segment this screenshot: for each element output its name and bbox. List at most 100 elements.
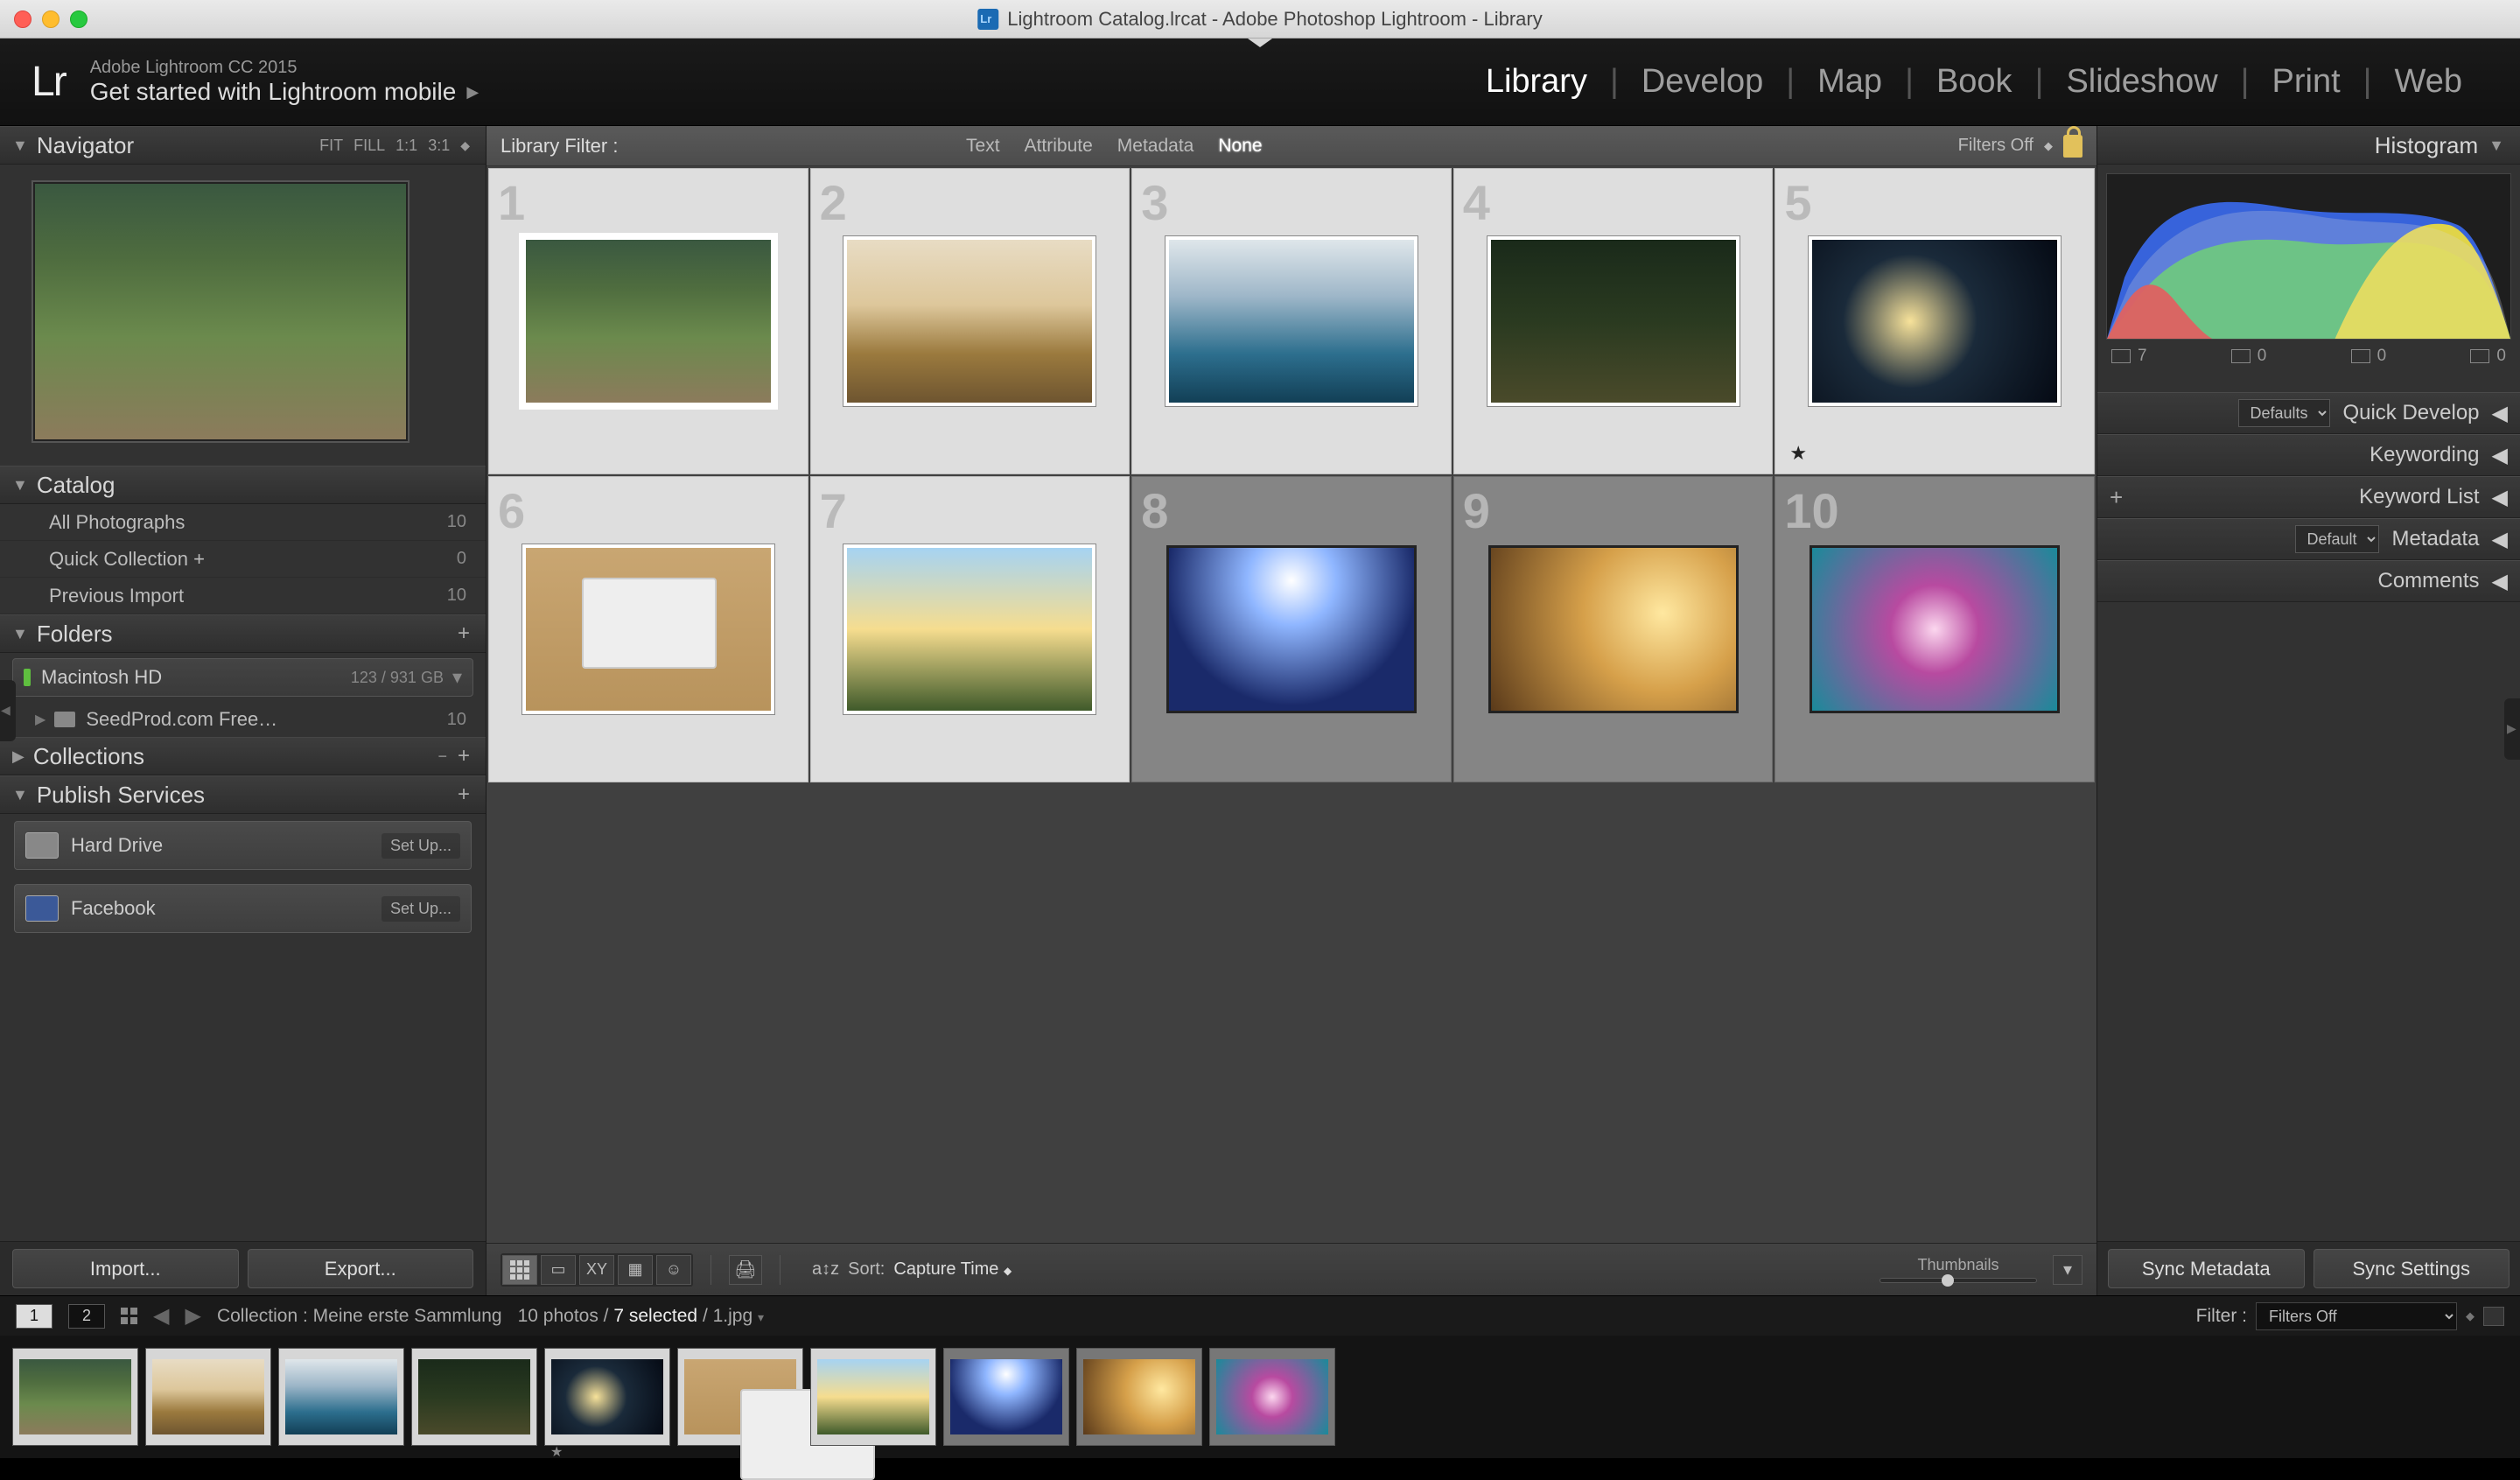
filmstrip-cell[interactable]: [943, 1348, 1069, 1446]
collapse-left-panel[interactable]: [0, 680, 16, 741]
filmstrip-cell[interactable]: [810, 1348, 936, 1446]
add-folder-button[interactable]: +: [458, 621, 470, 646]
filter-metadata[interactable]: Metadata: [1117, 136, 1194, 157]
catalog-header[interactable]: ▼ Catalog: [0, 466, 486, 504]
nav-zoom-fill[interactable]: FILL: [354, 137, 385, 155]
chevron-icon[interactable]: ◆: [2466, 1309, 2474, 1323]
publish-hard-drive[interactable]: Hard Drive Set Up...: [14, 821, 472, 870]
grid-cell[interactable]: 4: [1453, 168, 1774, 474]
publish-fb-setup[interactable]: Set Up...: [382, 896, 460, 922]
navigator-preview[interactable]: [0, 165, 486, 466]
comments-header[interactable]: Comments ◀: [2097, 560, 2520, 602]
quick-develop-header[interactable]: Defaults Quick Develop ◀: [2097, 392, 2520, 434]
module-map[interactable]: Map: [1795, 63, 1905, 101]
grid-cell[interactable]: 10: [1774, 476, 2095, 782]
add-publish-service-button[interactable]: +: [458, 782, 470, 807]
histogram-canvas[interactable]: [2106, 173, 2511, 340]
grid-cell[interactable]: 2: [810, 168, 1130, 474]
grid-cell[interactable]: 3: [1131, 168, 1452, 474]
close-window-button[interactable]: [14, 11, 32, 28]
secondary-display-2[interactable]: 2: [68, 1304, 105, 1329]
thumbnail-grid[interactable]: 1 2 3 4 5★ 6 7 8 9 10: [486, 166, 2096, 1243]
module-book[interactable]: Book: [1914, 63, 2035, 101]
zoom-window-button[interactable]: [70, 11, 88, 28]
metadata-preset-select[interactable]: Default: [2295, 525, 2379, 553]
keywording-header[interactable]: Keywording ◀: [2097, 434, 2520, 476]
publish-hd-setup[interactable]: Set Up...: [382, 833, 460, 859]
add-collection-button[interactable]: +: [458, 744, 470, 768]
view-survey-button[interactable]: ▦: [618, 1255, 653, 1285]
filmstrip-filter-select[interactable]: Filters Off: [2256, 1302, 2457, 1330]
grid-cell[interactable]: 7: [810, 476, 1130, 782]
chevron-icon[interactable]: ◆: [2044, 139, 2053, 153]
painter-tool[interactable]: 🖨: [729, 1255, 762, 1285]
filmstrip-cell[interactable]: [278, 1348, 404, 1446]
folder-seedprod[interactable]: ▶ SeedProd.com Free… 10: [0, 702, 486, 737]
grid-cell[interactable]: 9: [1453, 476, 1774, 782]
thumbnail-size-slider[interactable]: [1880, 1278, 2037, 1283]
grid-cell[interactable]: 8: [1131, 476, 1452, 782]
filter-text[interactable]: Text: [966, 136, 1000, 157]
sort-direction-icon[interactable]: a↕z: [812, 1259, 839, 1280]
folders-header[interactable]: ▼ Folders +: [0, 614, 486, 653]
chevron-icon[interactable]: ◆: [460, 138, 470, 153]
keyword-list-header[interactable]: + Keyword List ◀: [2097, 476, 2520, 518]
navigator-header[interactable]: ▼ Navigator FIT FILL 1:1 3:1 ◆: [0, 126, 486, 165]
sort-dropdown[interactable]: Capture Time ◆: [893, 1259, 1012, 1280]
nav-zoom-1to1[interactable]: 1:1: [396, 137, 417, 155]
volume-macintosh-hd[interactable]: Macintosh HD 123 / 931 GB ▾: [12, 658, 473, 697]
export-button[interactable]: Export...: [248, 1249, 474, 1288]
publish-header[interactable]: ▼ Publish Services +: [0, 775, 486, 814]
filmstrip-cell[interactable]: ★: [544, 1348, 670, 1446]
filter-attribute[interactable]: Attribute: [1025, 136, 1093, 157]
module-library[interactable]: Library: [1463, 63, 1610, 101]
filmstrip-cell[interactable]: [1209, 1348, 1335, 1446]
publish-facebook[interactable]: Facebook Set Up...: [14, 884, 472, 933]
nav-zoom-fit[interactable]: FIT: [319, 137, 343, 155]
import-button[interactable]: Import...: [12, 1249, 239, 1288]
collections-header[interactable]: ▶ Collections − +: [0, 737, 486, 775]
filmstrip-cell[interactable]: [145, 1348, 271, 1446]
module-slideshow[interactable]: Slideshow: [2043, 63, 2240, 101]
filter-lock-switch[interactable]: [2483, 1307, 2504, 1326]
sync-metadata-button[interactable]: Sync Metadata: [2108, 1249, 2305, 1288]
grid-icon[interactable]: [121, 1308, 137, 1324]
catalog-quick-collection[interactable]: Quick Collection +0: [0, 541, 486, 578]
nav-zoom-3to1[interactable]: 3:1: [428, 137, 450, 155]
module-web[interactable]: Web: [2372, 63, 2485, 101]
grid-cell[interactable]: 1: [488, 168, 808, 474]
go-forward-button[interactable]: ▶: [185, 1303, 200, 1329]
go-back-button[interactable]: ◀: [153, 1303, 169, 1329]
module-develop[interactable]: Develop: [1619, 63, 1786, 101]
grid-cell[interactable]: 6: [488, 476, 808, 782]
metadata-header[interactable]: Default Metadata ◀: [2097, 518, 2520, 560]
minimize-window-button[interactable]: [42, 11, 60, 28]
histogram-header[interactable]: Histogram ▼: [2097, 126, 2520, 165]
collapse-right-panel[interactable]: [2504, 698, 2520, 760]
grid-cell[interactable]: 5★: [1774, 168, 2095, 474]
module-print[interactable]: Print: [2250, 63, 2363, 101]
add-keyword-button[interactable]: +: [2110, 484, 2123, 511]
saved-preset-select[interactable]: Defaults: [2238, 399, 2330, 427]
chevron-down-icon[interactable]: ▾: [452, 666, 462, 689]
identity-line2[interactable]: Get started with Lightroom mobile▶: [90, 78, 479, 106]
filmstrip[interactable]: ★: [0, 1336, 2520, 1458]
secondary-display-1[interactable]: 1: [16, 1304, 52, 1329]
catalog-all-photographs[interactable]: All Photographs10: [0, 504, 486, 541]
chevron-down-icon[interactable]: ▾: [758, 1310, 764, 1324]
view-compare-button[interactable]: XY: [579, 1255, 614, 1285]
breadcrumb[interactable]: Collection : Meine erste Sammlung: [217, 1306, 502, 1327]
view-people-button[interactable]: ☺: [656, 1255, 691, 1285]
filmstrip-cell[interactable]: [1076, 1348, 1202, 1446]
view-grid-button[interactable]: [502, 1255, 537, 1285]
filmstrip-cell[interactable]: [411, 1348, 537, 1446]
filters-off-toggle[interactable]: Filters Off: [1958, 136, 2034, 156]
filmstrip-cell[interactable]: [677, 1348, 803, 1446]
view-loupe-button[interactable]: ▭: [541, 1255, 576, 1285]
sync-settings-button[interactable]: Sync Settings: [2314, 1249, 2510, 1288]
filmstrip-cell[interactable]: [12, 1348, 138, 1446]
remove-collection-button[interactable]: −: [438, 747, 447, 766]
catalog-previous-import[interactable]: Previous Import10: [0, 578, 486, 614]
toolbar-menu-button[interactable]: ▾: [2053, 1255, 2082, 1285]
filter-none[interactable]: None: [1218, 136, 1262, 157]
